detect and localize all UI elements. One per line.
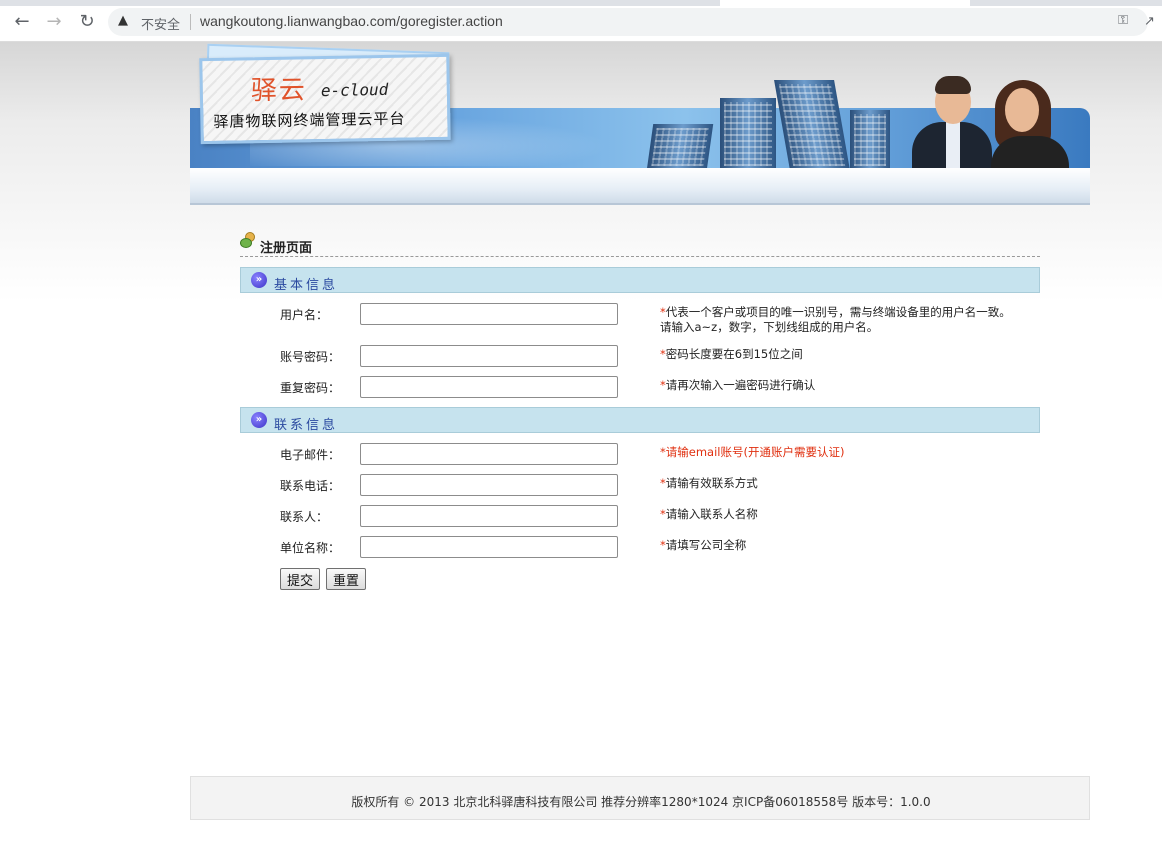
forward-arrow-icon[interactable]: → [42, 10, 66, 34]
copyright-text: 版权所有 © 2013 北京北科驿唐科技有限公司 推荐分辨率1280*1024 … [351, 795, 931, 809]
active-tab[interactable] [720, 0, 970, 6]
section-title: 联系信息 [274, 418, 339, 433]
phone-label: 联系电话： [280, 479, 341, 493]
password-confirm-hint: *请再次输入一遍密码进行确认 [660, 378, 816, 392]
company-label: 单位名称： [280, 541, 341, 555]
submit-button[interactable]: 提交 [280, 568, 321, 590]
reset-button[interactable]: 重置 [326, 568, 367, 590]
back-arrow-icon[interactable]: ← [10, 10, 34, 34]
password-hint: *密码长度要在6到15位之间 [660, 347, 803, 361]
page-heading: 注册页面 [240, 230, 1040, 257]
share-icon[interactable]: ↗ [1144, 14, 1155, 29]
logo-name-cn: 驿云 [250, 75, 308, 107]
logo-subtitle: 驿唐物联网终端管理云平台 [213, 109, 406, 131]
key-icon[interactable]: ⚿ [1118, 13, 1128, 28]
section-basic-info: » 基本信息 [240, 267, 1040, 293]
footer: 版权所有 © 2013 北京北科驿唐科技有限公司 推荐分辨率1280*1024 … [190, 776, 1090, 820]
building [646, 124, 714, 170]
warning-triangle-icon[interactable]: ▲ [118, 14, 132, 28]
section-contact-info: » 联系信息 [240, 407, 1040, 433]
company-input[interactable] [360, 536, 618, 558]
password-label: 账号密码： [280, 350, 341, 364]
username-hint: *代表一个客户或项目的唯一识别号，需与终端设备里的用户名一致。请输入a~z，数字… [660, 305, 1011, 334]
username-input[interactable] [360, 303, 618, 325]
password-input[interactable] [360, 345, 618, 367]
company-hint: *请填写公司全称 [660, 538, 747, 552]
separator [190, 14, 191, 30]
insecure-label[interactable]: 不安全 [141, 14, 180, 33]
double-chevron-icon: » [251, 412, 267, 428]
password-confirm-row: 重复密码： *请再次输入一遍密码进行确认 [240, 376, 1040, 400]
businesswoman-photo [985, 78, 1075, 168]
tab-strip [0, 0, 1162, 6]
contact-input[interactable] [360, 505, 618, 527]
username-row: 用户名： *代表一个客户或项目的唯一识别号，需与终端设备里的用户名一致。请输入a… [240, 303, 1040, 334]
phone-row: 联系电话： *请输有效联系方式 [240, 474, 1040, 498]
email-input[interactable] [360, 443, 618, 465]
email-row: 电子邮件： *请输email账号(开通账户需要认证) [240, 443, 1040, 467]
password-confirm-label: 重复密码： [280, 381, 341, 395]
phone-hint: *请输有效联系方式 [660, 476, 758, 490]
logo-name-en: e-cloud [320, 79, 389, 101]
building [850, 110, 890, 170]
section-title: 基本信息 [274, 278, 339, 293]
page-title: 注册页面 [260, 241, 313, 256]
phone-input[interactable] [360, 474, 618, 496]
password-row: 账号密码： *密码长度要在6到15位之间 [240, 345, 1040, 369]
businessman-photo [910, 72, 992, 168]
browser-toolbar: ← → ↻ ▲ 不安全 wangkoutong.lianwangbao.com/… [0, 0, 1162, 42]
users-icon [240, 232, 258, 248]
double-chevron-icon: » [251, 272, 267, 288]
contact-label: 联系人： [280, 510, 329, 524]
building [720, 98, 776, 170]
contact-row: 联系人： *请输入联系人名称 [240, 505, 1040, 529]
email-hint: *请输email账号(开通账户需要认证) [660, 445, 845, 459]
address-bar[interactable]: ▲ 不安全 wangkoutong.lianwangbao.com/goregi… [108, 8, 1148, 36]
contact-hint: *请输入联系人名称 [660, 507, 758, 521]
nav-bar [190, 168, 1090, 205]
building [774, 80, 850, 170]
password-confirm-input[interactable] [360, 376, 618, 398]
username-label: 用户名： [280, 308, 329, 322]
url-text[interactable]: wangkoutong.lianwangbao.com/goregister.a… [200, 13, 503, 29]
company-row: 单位名称： *请填写公司全称 [240, 536, 1040, 560]
email-label: 电子邮件： [280, 448, 341, 462]
logo: 驿云 e-cloud 驿唐物联网终端管理云平台 [199, 53, 451, 145]
buildings-graphic [600, 70, 920, 170]
reload-icon[interactable]: ↻ [75, 10, 99, 34]
